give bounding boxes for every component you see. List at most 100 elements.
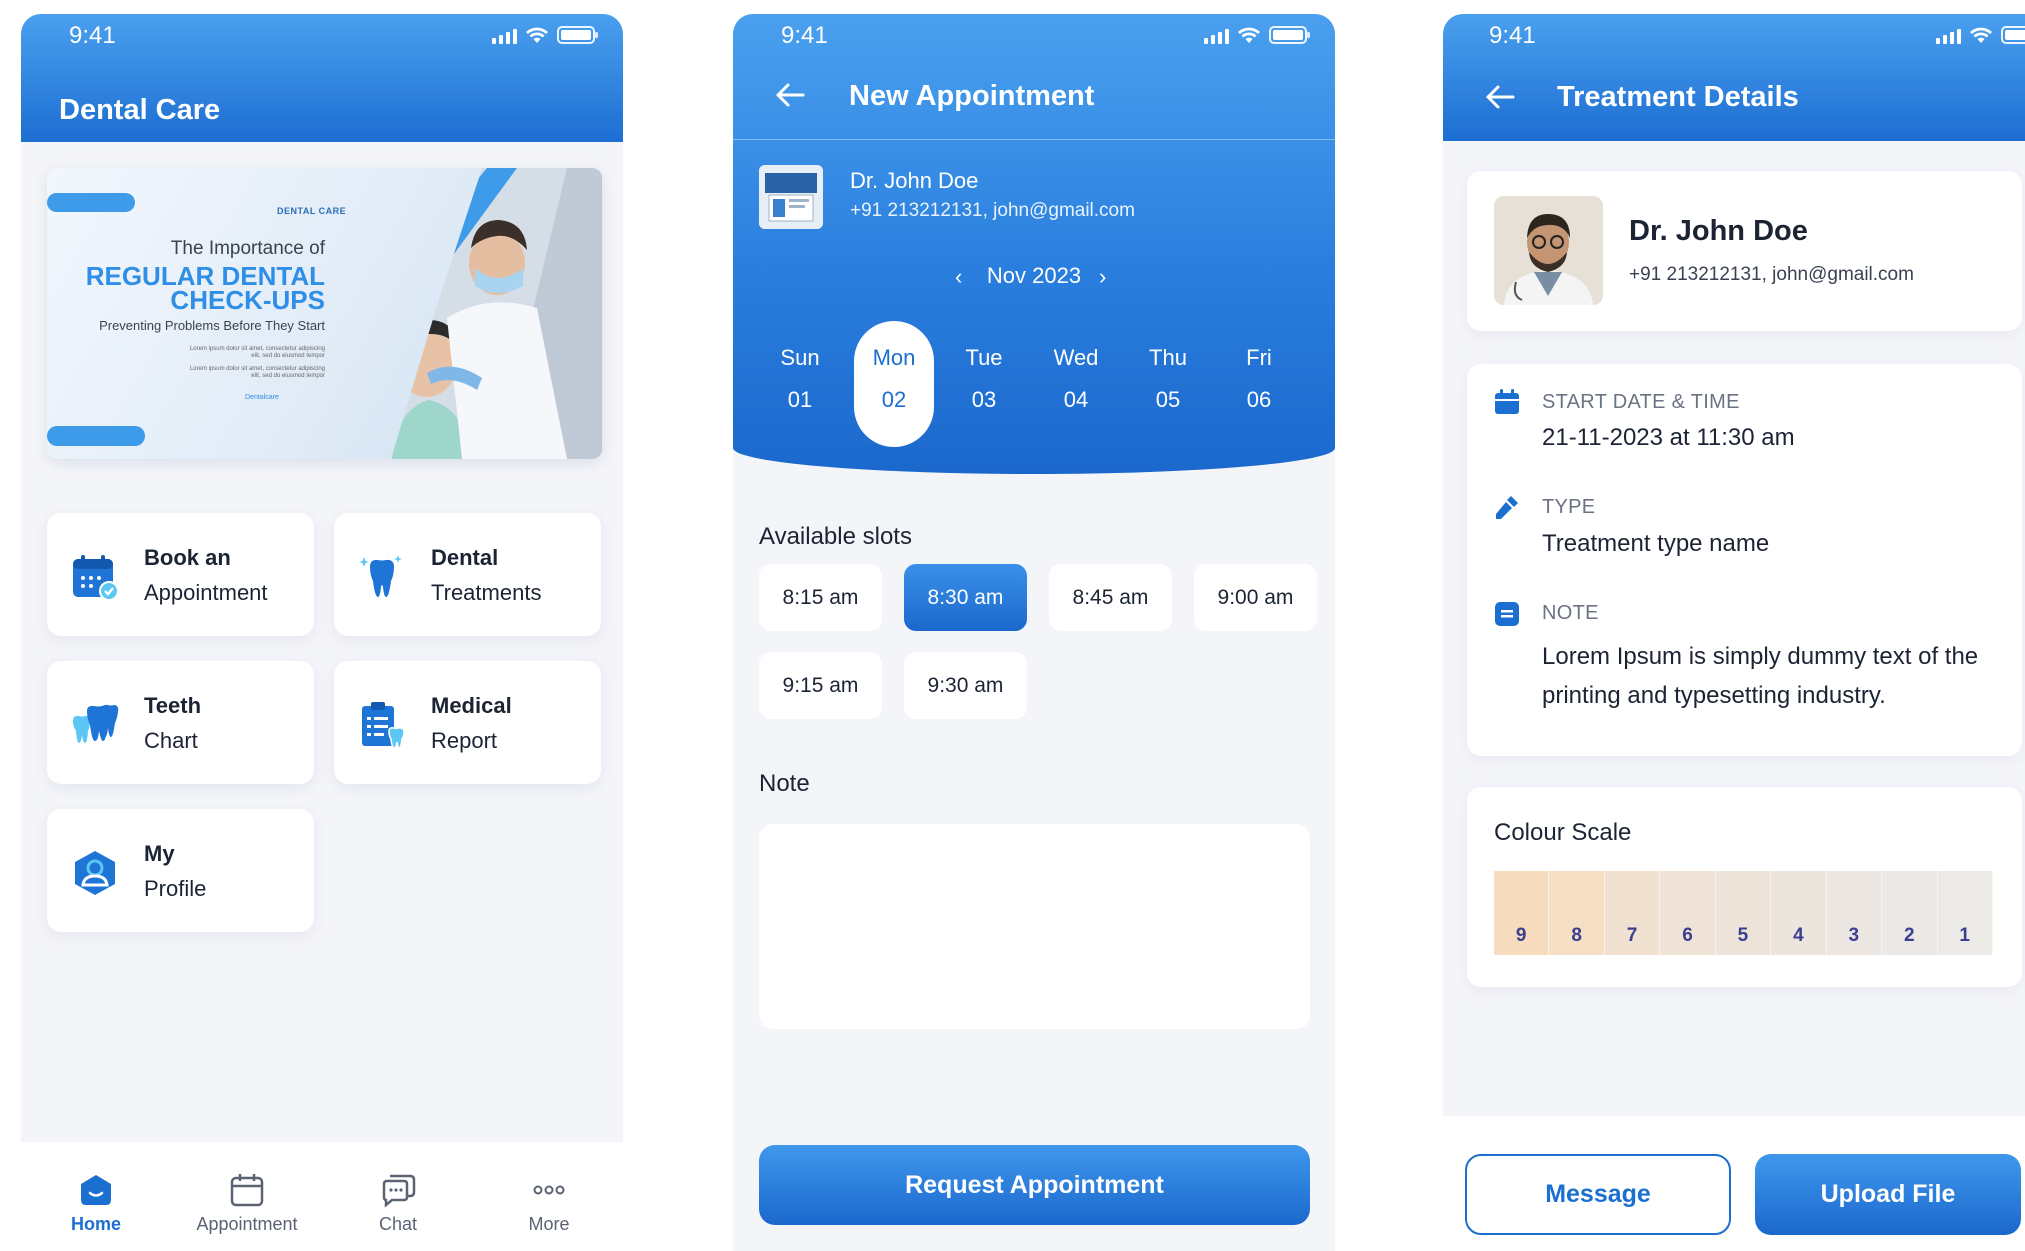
tile-dental-treatments[interactable]: Dental Treatments <box>334 513 601 636</box>
shade-number: 9 <box>1515 925 1527 946</box>
tile-label-2: Report <box>431 728 498 753</box>
colour-scale-card: Colour Scale 9 8 7 6 5 4 3 2 1 <box>1467 787 2022 987</box>
shade-cell: 9 <box>1494 871 1550 955</box>
home-icon <box>81 1175 111 1205</box>
note-icon <box>1495 602 1519 626</box>
message-button[interactable]: Message <box>1465 1154 1731 1235</box>
shade-number: 1 <box>1959 925 1970 946</box>
colour-scale-title: Colour Scale <box>1494 819 1632 846</box>
calendar-icon <box>230 1174 264 1207</box>
status-time: 9:41 <box>781 22 828 49</box>
avatar <box>1494 196 1603 305</box>
signal-icon <box>492 26 517 44</box>
battery-icon <box>557 26 598 44</box>
dentist-photo <box>391 168 602 459</box>
tile-teeth-chart[interactable]: Teeth Chart <box>47 661 314 784</box>
wifi-icon <box>526 27 548 43</box>
month-label: Nov 2023 <box>986 263 1082 288</box>
nav-label: Chat <box>378 1214 418 1234</box>
tooth-sparkle-icon <box>359 555 402 597</box>
clipboard-icon <box>362 702 405 749</box>
battery-icon <box>1269 26 1310 44</box>
signal-icon <box>1936 26 1961 44</box>
day-tue[interactable]: Tue 03 <box>944 321 1024 447</box>
nav-chat[interactable]: Chat <box>333 1172 463 1235</box>
tile-book-appointment[interactable]: Book an Appointment <box>47 513 314 636</box>
shade-number: 4 <box>1793 925 1804 946</box>
doctor-contact: +91 213212131, john@gmail.com <box>1629 264 1914 285</box>
start-label: START DATE & TIME <box>1542 391 1740 413</box>
shade-number: 5 <box>1737 925 1749 946</box>
doctor-card: Dr. John Doe +91 213212131, john@gmail.c… <box>1467 171 2022 331</box>
status-bar: 9:41 <box>1443 14 2025 58</box>
status-bar: 9:41 <box>733 14 1335 58</box>
battery-icon <box>2001 26 2025 44</box>
slot-button[interactable]: 8:15 am <box>759 564 882 631</box>
calendar-check-icon <box>73 555 119 601</box>
chat-icon <box>382 1174 416 1208</box>
treatment-header: 9:41 Treatment Details <box>1443 14 2025 141</box>
banner-body-1: Lorem ipsum dolor sit amet, consectetur … <box>189 346 325 359</box>
day-mon[interactable]: Mon 02 <box>854 321 934 447</box>
slot-button[interactable]: 8:45 am <box>1049 564 1172 631</box>
day-sun[interactable]: Sun 01 <box>760 321 840 447</box>
more-icon <box>533 1185 565 1195</box>
nav-more[interactable]: More <box>484 1172 614 1235</box>
status-time: 9:41 <box>1489 22 1536 49</box>
tile-label-2: Chart <box>144 728 198 753</box>
type-label: TYPE <box>1542 496 1596 518</box>
home-header: 9:41 Dental Care <box>21 14 623 142</box>
next-month-icon[interactable]: › <box>1099 264 1106 290</box>
shade-cell: 6 <box>1660 871 1716 955</box>
shade-cell: 2 <box>1882 871 1938 955</box>
page-title: New Appointment <box>849 80 1095 112</box>
nav-label: Home <box>70 1214 121 1234</box>
slots-heading: Available slots <box>759 523 912 550</box>
new-appointment-screen: 9:41 New Appointment Dr. John Doe +91 21… <box>733 14 1335 1251</box>
day-fri[interactable]: Fri 06 <box>1219 321 1299 447</box>
bottom-nav: Home Appointment Chat More <box>21 1142 623 1251</box>
slot-button[interactable]: 9:15 am <box>759 652 882 719</box>
shade-number: 6 <box>1682 925 1693 946</box>
status-time: 9:41 <box>69 22 116 49</box>
doctor-name: Dr. John Doe <box>850 168 979 193</box>
back-arrow-icon[interactable] <box>773 80 807 110</box>
banner-body-2: Lorem ipsum dolor sit amet, consectetur … <box>189 366 325 379</box>
note-textarea[interactable] <box>759 824 1310 1029</box>
nav-appointment[interactable]: Appointment <box>182 1172 312 1235</box>
shade-number: 2 <box>1903 925 1915 946</box>
tile-label-1: Book an <box>144 545 231 570</box>
request-appointment-button[interactable]: Request Appointment <box>759 1145 1310 1225</box>
shade-cell: 4 <box>1771 871 1827 955</box>
promo-banner[interactable]: DENTAL CARE The Importance of REGULAR DE… <box>47 168 602 459</box>
note-label: NOTE <box>1542 602 1599 624</box>
profile-icon <box>75 851 115 895</box>
day-wed[interactable]: Wed 04 <box>1036 321 1116 447</box>
tile-my-profile[interactable]: My Profile <box>47 809 314 932</box>
back-arrow-icon[interactable] <box>1483 82 1517 112</box>
doctor-thumbnail <box>759 165 823 229</box>
shade-cell: 5 <box>1715 871 1772 955</box>
doctor-name: Dr. John Doe <box>1629 215 1808 247</box>
page-title: Treatment Details <box>1557 81 1799 113</box>
status-bar: 9:41 <box>21 14 623 58</box>
note-value: Lorem Ipsum is simply dummy text of the … <box>1542 643 1979 709</box>
shade-cell: 3 <box>1826 871 1883 955</box>
upload-file-button[interactable]: Upload File <box>1755 1154 2021 1235</box>
treatment-info-card: START DATE & TIME 21-11-2023 at 11:30 am… <box>1467 364 2022 756</box>
banner-subtitle: Preventing Problems Before They Start <box>99 318 325 333</box>
tile-medical-report[interactable]: Medical Report <box>334 661 601 784</box>
calendar-icon <box>1495 389 1519 414</box>
action-bar: Message Upload File <box>1443 1116 2025 1251</box>
treatment-details-screen: 9:41 Treatment Details Dr. John Doe +91 … <box>1443 14 2025 1251</box>
nav-home[interactable]: Home <box>31 1172 161 1235</box>
wifi-icon <box>1238 27 1260 43</box>
nav-label: More <box>528 1214 570 1234</box>
slot-button-selected[interactable]: 8:30 am <box>904 564 1027 631</box>
banner-tag: Dentalcare <box>245 394 279 401</box>
slot-button[interactable]: 9:30 am <box>904 652 1027 719</box>
slot-button[interactable]: 9:00 am <box>1194 564 1317 631</box>
day-thu[interactable]: Thu 05 <box>1128 321 1208 447</box>
colour-scale-bar: 9 8 7 6 5 4 3 2 1 <box>1494 871 1993 955</box>
banner-brand: DENTAL CARE <box>277 206 347 216</box>
